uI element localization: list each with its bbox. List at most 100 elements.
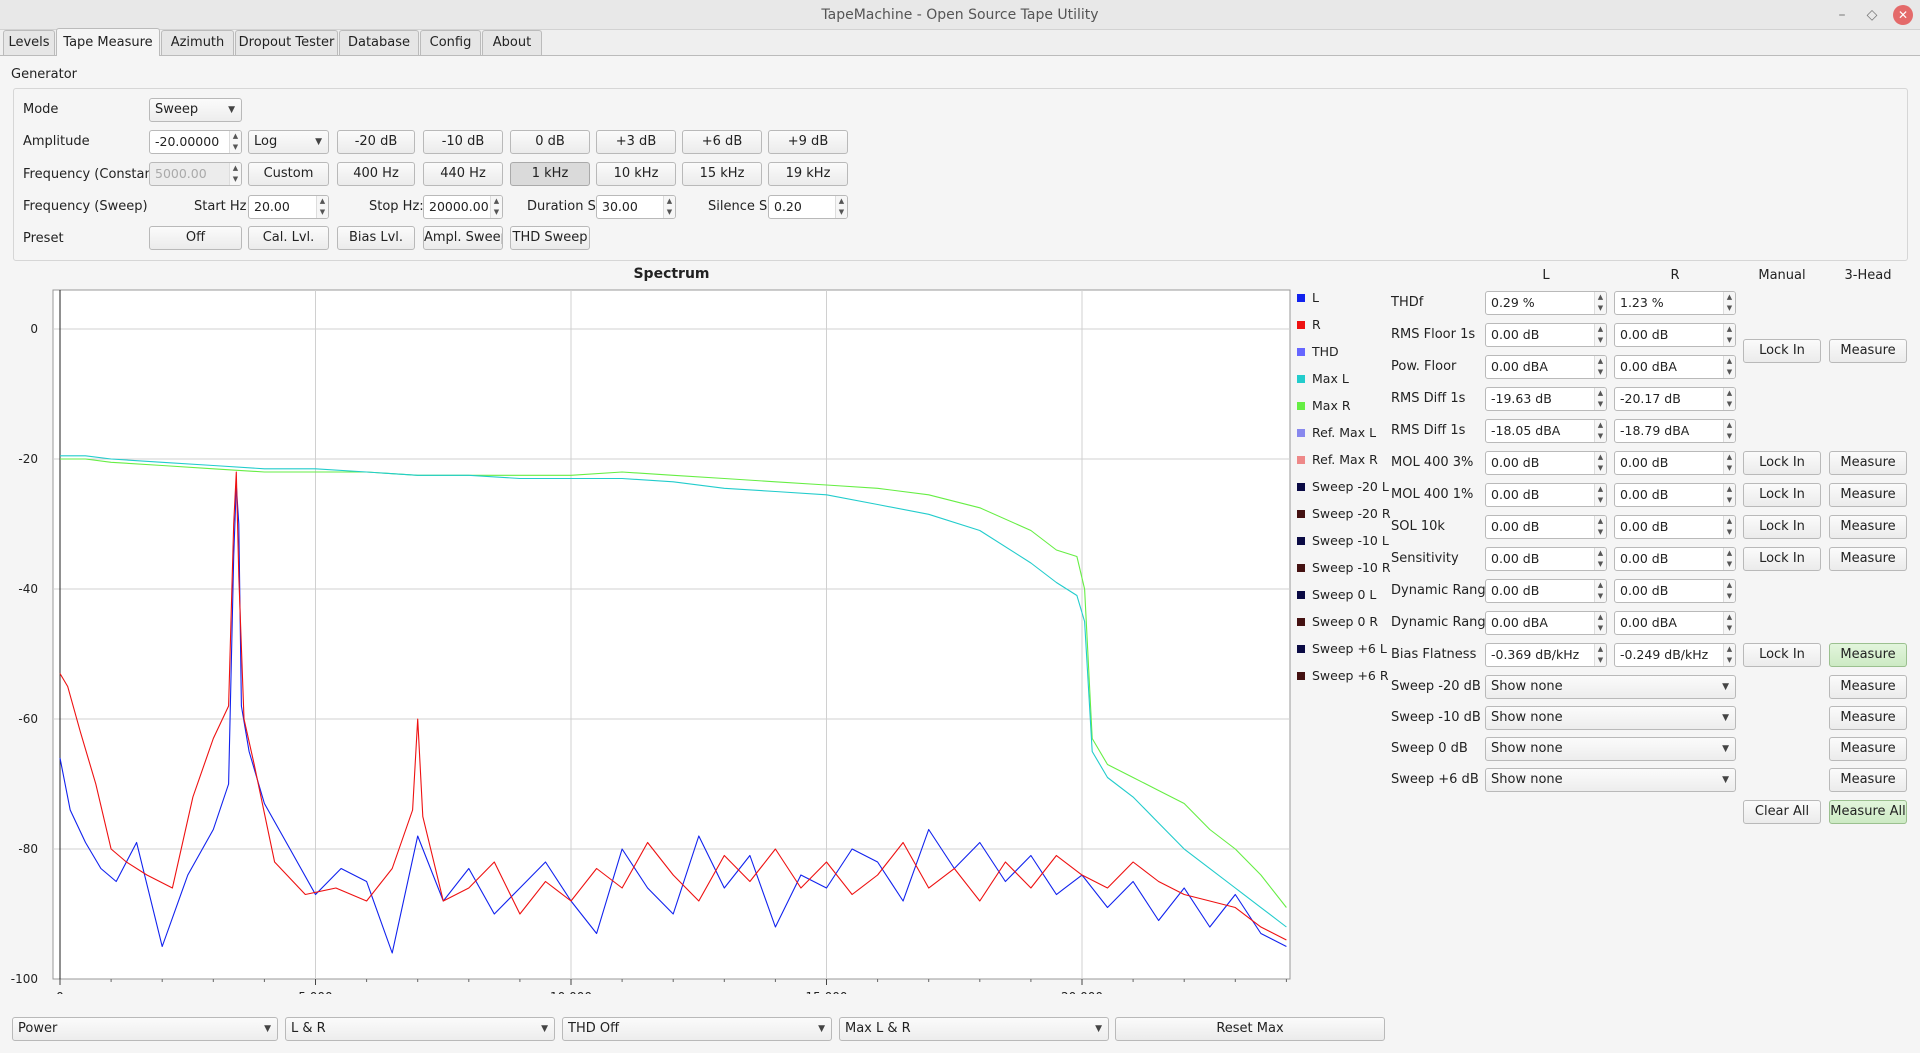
maximize-icon[interactable]: ◇ [1862, 5, 1882, 25]
sweep-select[interactable]: Show none ▼ [1485, 768, 1736, 792]
lock-in-button[interactable]: Lock In [1743, 515, 1821, 539]
display-mode-select[interactable]: Power ▼ [12, 1017, 278, 1041]
spin-arrows-icon[interactable]: ▲ ▼ [1723, 484, 1735, 506]
freq-440hz-button[interactable]: 440 Hz [423, 162, 503, 186]
legend-item[interactable]: R [1297, 317, 1321, 332]
amplitude-spinbox[interactable]: -20.00000 ▲ ▼ [149, 130, 242, 154]
measure-l-field[interactable]: 0.00 dB ▲ ▼ [1485, 323, 1607, 347]
legend-item[interactable]: Sweep -20 L [1297, 479, 1389, 494]
amp-plus6-button[interactable]: +6 dB [682, 130, 762, 154]
measure-r-field[interactable]: 0.00 dBA ▲ ▼ [1614, 355, 1736, 379]
spin-arrows-icon[interactable]: ▲ ▼ [1594, 356, 1606, 378]
preset-bias-lvl-button[interactable]: Bias Lvl. [337, 226, 415, 250]
legend-item[interactable]: Sweep -10 R [1297, 560, 1391, 575]
amplitude-scale-select[interactable]: Log ▼ [248, 130, 329, 154]
spin-arrows-icon[interactable]: ▲ ▼ [1723, 516, 1735, 538]
lock-in-button[interactable]: Lock In [1743, 643, 1821, 667]
freq-10khz-button[interactable]: 10 kHz [596, 162, 676, 186]
measure-l-field[interactable]: 0.00 dBA ▲ ▼ [1485, 611, 1607, 635]
measure-l-field[interactable]: 0.00 dB ▲ ▼ [1485, 451, 1607, 475]
freq-400hz-button[interactable]: 400 Hz [337, 162, 415, 186]
spin-arrows-icon[interactable]: ▲ ▼ [1594, 644, 1606, 666]
measure-l-field[interactable]: -18.05 dBA ▲ ▼ [1485, 419, 1607, 443]
sweep-select[interactable]: Show none ▼ [1485, 737, 1736, 761]
measure-button[interactable]: Measure [1829, 547, 1907, 571]
tab-about[interactable]: About [482, 30, 542, 55]
spin-arrows-icon[interactable]: ▲ ▼ [1594, 484, 1606, 506]
measure-button[interactable]: Measure [1829, 515, 1907, 539]
measure-r-field[interactable]: -18.79 dBA ▲ ▼ [1614, 419, 1736, 443]
start-hz-spinbox[interactable]: 20.00 ▲ ▼ [248, 195, 329, 219]
duration-spinbox[interactable]: 30.00 ▲ ▼ [596, 195, 676, 219]
mode-select[interactable]: Sweep ▼ [149, 98, 242, 122]
measure-l-field[interactable]: 0.00 dB ▲ ▼ [1485, 515, 1607, 539]
spin-arrows-icon[interactable]: ▲ ▼ [1723, 580, 1735, 602]
max-select[interactable]: Max L & R ▼ [839, 1017, 1109, 1041]
amp-plus3-button[interactable]: +3 dB [596, 130, 676, 154]
lock-in-button[interactable]: Lock In [1743, 547, 1821, 571]
spin-arrows-icon[interactable]: ▲ ▼ [1594, 612, 1606, 634]
measure-r-field[interactable]: 0.00 dB ▲ ▼ [1614, 579, 1736, 603]
tab-database[interactable]: Database [339, 30, 419, 55]
sweep-select[interactable]: Show none ▼ [1485, 675, 1736, 699]
measure-button[interactable]: Measure [1829, 339, 1907, 363]
sweep-measure-button[interactable]: Measure [1829, 706, 1907, 730]
close-icon[interactable]: ✕ [1893, 5, 1913, 25]
tab-tape-measure[interactable]: Tape Measure [56, 28, 160, 56]
measure-button[interactable]: Measure [1829, 643, 1907, 667]
legend-item[interactable]: Sweep +6 R [1297, 668, 1389, 683]
legend-item[interactable]: Ref. Max L [1297, 425, 1376, 440]
spin-arrows-icon[interactable]: ▲ ▼ [316, 196, 328, 218]
sweep-measure-button[interactable]: Measure [1829, 737, 1907, 761]
spin-arrows-icon[interactable]: ▲ ▼ [1594, 292, 1606, 314]
tab-dropout-tester[interactable]: Dropout Tester [235, 30, 338, 55]
freq-19khz-button[interactable]: 19 kHz [768, 162, 848, 186]
spin-arrows-icon[interactable]: ▲ ▼ [835, 196, 847, 218]
amp-minus10-button[interactable]: -10 dB [423, 130, 503, 154]
thd-select[interactable]: THD Off ▼ [562, 1017, 832, 1041]
spin-arrows-icon[interactable]: ▲ ▼ [1723, 644, 1735, 666]
reset-max-button[interactable]: Reset Max [1115, 1017, 1385, 1041]
clear-all-button[interactable]: Clear All [1743, 800, 1821, 824]
amp-plus9-button[interactable]: +9 dB [768, 130, 848, 154]
measure-l-field[interactable]: 0.29 % ▲ ▼ [1485, 291, 1607, 315]
sweep-measure-button[interactable]: Measure [1829, 768, 1907, 792]
legend-item[interactable]: THD [1297, 344, 1339, 359]
spin-arrows-icon[interactable]: ▲ ▼ [1594, 580, 1606, 602]
spin-arrows-icon[interactable]: ▲ ▼ [1723, 292, 1735, 314]
measure-all-button[interactable]: Measure All [1829, 800, 1907, 824]
preset-off-button[interactable]: Off [149, 226, 242, 250]
preset-cal-lvl-button[interactable]: Cal. Lvl. [248, 226, 329, 250]
measure-r-field[interactable]: -0.249 dB/kHz ▲ ▼ [1614, 643, 1736, 667]
measure-l-field[interactable]: 0.00 dB ▲ ▼ [1485, 579, 1607, 603]
legend-item[interactable]: Sweep 0 L [1297, 587, 1376, 602]
spin-arrows-icon[interactable]: ▲ ▼ [1723, 612, 1735, 634]
spin-arrows-icon[interactable]: ▲ ▼ [1723, 548, 1735, 570]
channels-select[interactable]: L & R ▼ [285, 1017, 555, 1041]
legend-item[interactable]: Max R [1297, 398, 1351, 413]
lock-in-button[interactable]: Lock In [1743, 483, 1821, 507]
spin-arrows-icon[interactable]: ▲ ▼ [490, 196, 502, 218]
lock-in-button[interactable]: Lock In [1743, 339, 1821, 363]
legend-item[interactable]: Sweep -20 R [1297, 506, 1391, 521]
lock-in-button[interactable]: Lock In [1743, 451, 1821, 475]
spin-arrows-icon[interactable]: ▲ ▼ [1594, 388, 1606, 410]
legend-item[interactable]: Sweep -10 L [1297, 533, 1389, 548]
measure-r-field[interactable]: 0.00 dB ▲ ▼ [1614, 483, 1736, 507]
measure-r-field[interactable]: 0.00 dB ▲ ▼ [1614, 547, 1736, 571]
legend-item[interactable]: Sweep 0 R [1297, 614, 1378, 629]
spin-arrows-icon[interactable]: ▲ ▼ [1723, 388, 1735, 410]
measure-l-field[interactable]: 0.00 dB ▲ ▼ [1485, 483, 1607, 507]
spin-arrows-icon[interactable]: ▲ ▼ [1594, 420, 1606, 442]
legend-item[interactable]: L [1297, 290, 1319, 305]
spin-arrows-icon[interactable]: ▲ ▼ [1594, 324, 1606, 346]
sweep-measure-button[interactable]: Measure [1829, 675, 1907, 699]
amp-0db-button[interactable]: 0 dB [510, 130, 590, 154]
tab-config[interactable]: Config [420, 30, 481, 55]
spin-arrows-icon[interactable]: ▲ ▼ [1723, 452, 1735, 474]
tab-levels[interactable]: Levels [3, 30, 55, 55]
freq-15khz-button[interactable]: 15 kHz [682, 162, 762, 186]
measure-r-field[interactable]: 0.00 dB ▲ ▼ [1614, 451, 1736, 475]
measure-r-field[interactable]: 0.00 dB ▲ ▼ [1614, 323, 1736, 347]
measure-r-field[interactable]: 0.00 dBA ▲ ▼ [1614, 611, 1736, 635]
